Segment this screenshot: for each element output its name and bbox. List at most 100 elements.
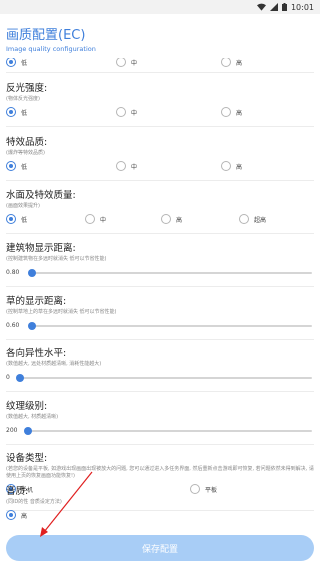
setting-sound-quality: 音质: (同ID的性 音质设定方法) 高 [6,483,314,524]
divider [6,444,314,445]
radio-label: 低 [21,216,28,224]
slider-value: 0 [6,374,10,381]
radio-button[interactable] [6,107,16,117]
radio-button[interactable] [221,107,231,117]
radio-button[interactable] [221,58,231,67]
radio-button[interactable] [239,214,249,224]
radio-button[interactable] [116,107,126,117]
slider-thumb[interactable] [28,269,36,277]
save-button-container: 保存配置 [6,535,314,561]
radio-option[interactable]: 高 [221,107,242,117]
slider-track[interactable] [28,322,312,330]
radio-label: 高 [236,59,243,67]
setting-description: (画面效果提升) [6,203,40,209]
radio-label: 高 [236,163,243,171]
anisotropic-slider[interactable]: 0 [6,372,314,384]
radio-button[interactable] [6,214,16,224]
radio-button[interactable] [85,214,95,224]
radio-label: 低 [21,163,28,171]
radio-label: 低 [21,59,28,67]
setting-title: 设备类型: [6,453,48,464]
radio-option[interactable]: 中 [116,58,137,67]
slider-track[interactable] [28,269,312,277]
radio-group: 低 中 高 [6,161,314,175]
settings-list[interactable]: 低 中 高 反光强度: (物体反光强度) 低 中 高 特效品质: (爆炸等特效品… [0,58,320,533]
setting-description: (数值越大, 材质越清晰) [6,414,59,420]
radio-option[interactable]: 低 [6,107,27,117]
radio-label: 超高 [254,216,267,224]
radio-option[interactable]: 中 [116,161,137,171]
setting-description: (物体反光强度) [6,96,40,102]
setting-building-distance: 建筑物显示距离: (控制建筑物在多远时就消失 低可以节省性能) 0.80 [6,240,314,279]
slider-value: 0.80 [6,269,20,276]
setting-description: (数值越大, 远处材质越清晰, 消耗性能越大) [6,361,102,367]
setting-title: 各向异性水平: [6,348,67,359]
radio-option[interactable]: 低 [6,58,27,67]
battery-icon [281,3,287,11]
page-subtitle: Image quality configuration [6,45,96,53]
setting-description: (控制建筑物在多远时就消失 低可以节省性能) [6,256,107,262]
radio-option[interactable]: 高 [161,214,182,224]
slider-value: 200 [6,427,18,434]
texture-slider[interactable]: 200 [6,425,314,437]
divider [6,233,314,234]
radio-label: 中 [131,163,138,171]
setting-description: (爆炸等特效品质) [6,150,45,156]
divider [6,126,314,127]
slider-track[interactable] [16,374,312,382]
setting-title: 纹理级别: [6,401,48,412]
save-button[interactable]: 保存配置 [6,535,314,561]
radio-button[interactable] [6,161,16,171]
radio-option[interactable]: 高 [6,510,27,520]
setting-title: 草的显示距离: [6,296,67,307]
distance-slider[interactable]: 0.60 [6,320,314,332]
radio-button[interactable] [161,214,171,224]
radio-option[interactable]: 低 [6,214,27,224]
wifi-icon [256,3,266,11]
divider [6,391,314,392]
radio-button[interactable] [116,161,126,171]
page-title: 画质配置(EC) [6,28,86,43]
setting-title: 特效品质: [6,137,48,148]
setting-texture: 纹理级别: (数值越大, 材质越清晰) 200 [6,398,314,437]
setting-grass-distance: 草的显示距离: (控制草地上的草在多远时就消失 低可以节省性能) 0.60 [6,293,314,332]
slider-thumb[interactable] [24,427,32,435]
distance-slider[interactable]: 0.80 [6,267,314,279]
slider-track[interactable] [24,427,312,435]
radio-label: 中 [131,109,138,117]
slider-value: 0.60 [6,322,20,329]
divider [6,180,314,181]
radio-option[interactable]: 超高 [239,214,266,224]
radio-option[interactable]: 中 [116,107,137,117]
radio-button[interactable] [221,161,231,171]
setting-description: (若您的设备是平板, 如游戏出现画面出现被放大的问题, 您可以通过进入多任务界面… [6,466,314,479]
radio-option[interactable]: 中 [85,214,106,224]
status-time: 10:01 [290,2,314,12]
setting-effects: 特效品质: (爆炸等特效品质) 低 中 高 [6,134,314,175]
radio-option[interactable]: 高 [221,161,242,171]
radio-group: 低 中 高 超高 [6,214,314,228]
radio-label: 中 [131,59,138,67]
radio-group: 低 中 高 [6,107,314,121]
radio-button[interactable] [6,510,16,520]
slider-thumb[interactable] [16,374,24,382]
radio-button[interactable] [6,58,16,67]
setting-title: 音质: [6,486,29,497]
radio-button[interactable] [116,58,126,67]
radio-label: 高 [176,216,183,224]
radio-option[interactable]: 低 [6,161,27,171]
radio-group: 高 [6,510,314,524]
setting-water: 水面及特效质量: (画面效果提升) 低 中 高 超高 [6,187,314,228]
setting-description: (控制草地上的草在多远时就消失 低可以节省性能) [6,309,117,315]
slider-thumb[interactable] [28,322,36,330]
setting-anisotropic: 各向异性水平: (数值越大, 远处材质越清晰, 消耗性能越大) 0 [6,345,314,384]
setting-title: 建筑物显示距离: [6,243,76,254]
radio-label: 高 [236,109,243,117]
divider [6,72,314,73]
setting-title: 水面及特效质量: [6,190,76,201]
radio-option[interactable]: 高 [221,58,242,67]
divider [6,286,314,287]
radio-group: 低 中 高 [6,58,314,71]
radio-label: 高 [21,512,28,520]
status-bar: 10:01 [0,0,320,14]
